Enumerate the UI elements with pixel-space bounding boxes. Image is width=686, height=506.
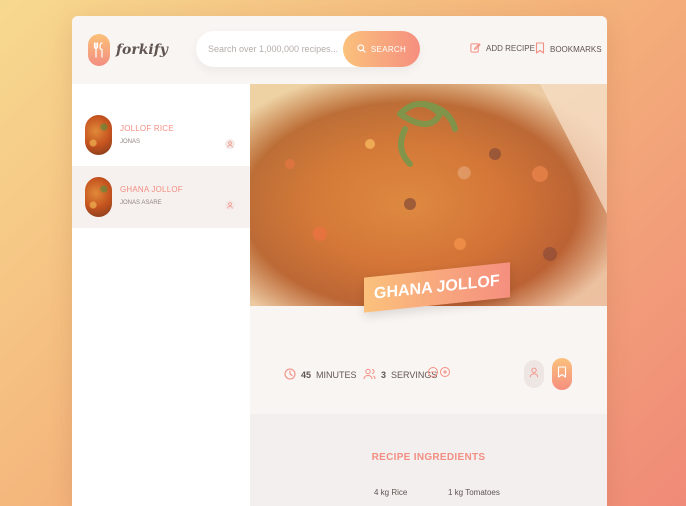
add-recipe-button[interactable]: ADD RECIPE	[470, 42, 535, 55]
user-icon	[225, 200, 235, 210]
increase-servings-button[interactable]	[440, 367, 450, 377]
add-recipe-label: ADD RECIPE	[486, 44, 535, 53]
recipe-view: GHANA JOLLOF 45 MINUTES 3 SERVINGS RECIP…	[250, 84, 607, 506]
recipe-thumbnail	[85, 115, 112, 155]
app-container: forkify SEARCH ADD RECIPE BOOKMARKS	[72, 16, 607, 506]
result-publisher: JONAS	[120, 139, 141, 145]
result-publisher: JONAS ASARE	[120, 200, 162, 206]
servings-controls	[428, 367, 450, 377]
bookmarks-button[interactable]: BOOKMARKS	[535, 42, 602, 56]
result-title: GHANA JOLLOF	[120, 185, 183, 194]
bookmarks-label: BOOKMARKS	[550, 44, 602, 54]
users-icon	[363, 368, 376, 382]
decrease-servings-button[interactable]	[428, 367, 438, 377]
result-title: JOLLOF RICE	[120, 124, 174, 133]
result-item[interactable]: JOLLOF RICE JONAS	[72, 104, 250, 166]
minus-icon	[431, 371, 435, 373]
logo[interactable]: forkify	[88, 34, 168, 66]
search-input[interactable]	[196, 44, 346, 54]
recipe-details: 45 MINUTES 3 SERVINGS	[250, 346, 607, 406]
user-icon	[529, 365, 539, 383]
recipe-thumbnail	[85, 177, 112, 217]
user-icon	[225, 139, 235, 149]
ingredients-section: RECIPE INGREDIENTS 4 kg Rice 1 kg Tomato…	[250, 414, 607, 506]
bookmark-icon	[557, 365, 567, 383]
recipe-title-text: GHANA JOLLOF	[374, 272, 500, 303]
servings-value: 3	[381, 370, 387, 380]
bookmark-icon	[535, 42, 545, 56]
search-results: JOLLOF RICE JONAS GHANA JOLLOF JONAS ASA…	[72, 84, 250, 506]
clock-icon	[284, 368, 296, 382]
fork-icon	[88, 34, 110, 66]
header: forkify SEARCH ADD RECIPE BOOKMARKS	[72, 16, 607, 84]
time-value: 45	[301, 370, 312, 380]
edit-icon	[470, 42, 481, 55]
plus-icon	[443, 370, 447, 374]
bookmark-button[interactable]	[552, 358, 572, 390]
search-icon	[357, 43, 366, 55]
user-generated-badge	[524, 360, 544, 388]
servings: 3 SERVINGS	[363, 368, 437, 382]
ingredients-heading: RECIPE INGREDIENTS	[371, 452, 486, 463]
ingredient-item: 1 kg Tomatoes	[448, 488, 500, 497]
search-button-label: SEARCH	[370, 44, 407, 54]
time-unit: MINUTES	[316, 370, 357, 380]
ingredient-item: 4 kg Rice	[374, 488, 408, 497]
search-button[interactable]: SEARCH	[343, 31, 420, 67]
search-form: SEARCH	[196, 31, 420, 67]
result-item-active[interactable]: GHANA JOLLOF JONAS ASARE	[72, 166, 250, 228]
logo-text: forkify	[116, 42, 168, 58]
cooking-time: 45 MINUTES	[284, 368, 357, 382]
